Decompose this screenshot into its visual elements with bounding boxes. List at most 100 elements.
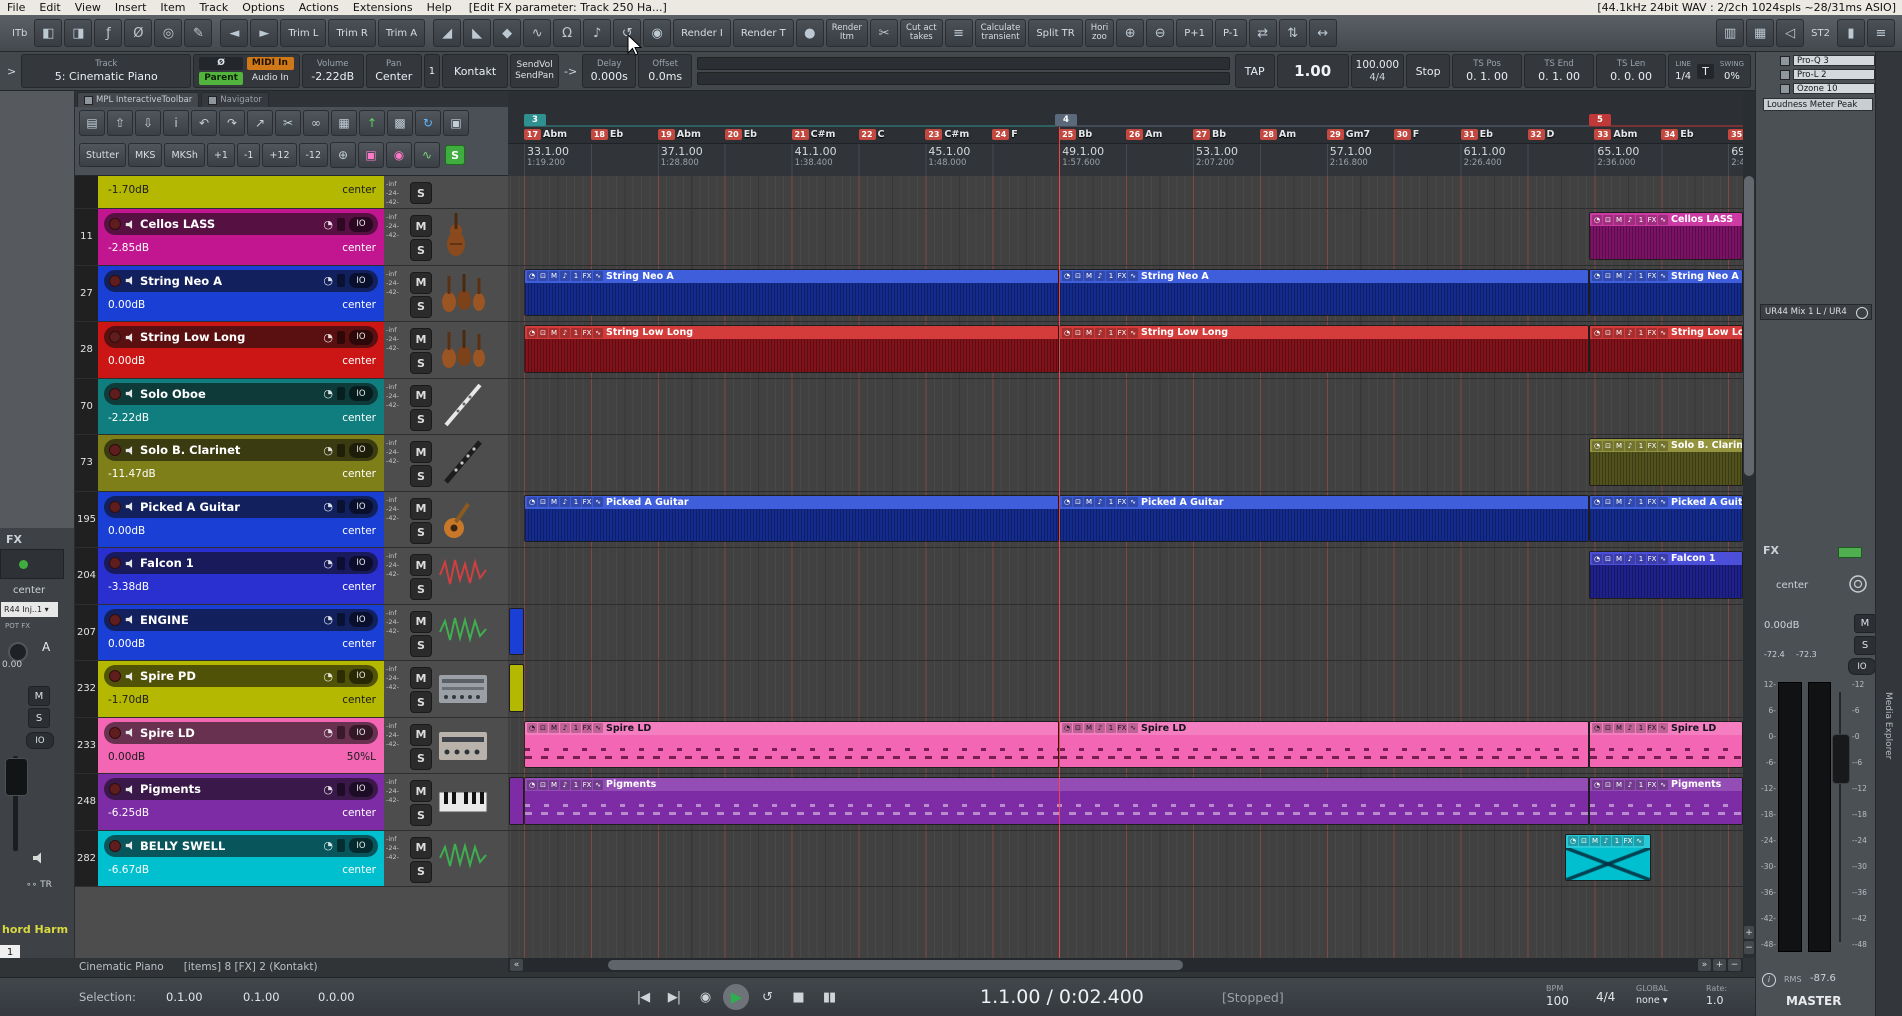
track-pan[interactable]: center: [342, 694, 376, 706]
media-item[interactable]: [509, 608, 524, 656]
track-name-pill[interactable]: Cellos LASS◔IO: [104, 213, 378, 235]
notes-icon[interactable]: ♪: [560, 723, 570, 733]
menu-insert[interactable]: Insert: [108, 0, 154, 15]
track-clock-icon[interactable]: ◔: [323, 500, 333, 513]
track-name-pill[interactable]: Pigments◔IO: [104, 778, 378, 800]
track-env-icon[interactable]: [337, 726, 345, 739]
clock-icon[interactable]: ◔: [1062, 271, 1072, 281]
take-icon[interactable]: 1: [1636, 215, 1646, 225]
record-arm-icon[interactable]: [109, 388, 121, 400]
notes-icon[interactable]: ♪: [1625, 497, 1635, 507]
track-env-icon[interactable]: [337, 670, 345, 683]
media-item-body[interactable]: [525, 283, 1058, 316]
instrument-thumbnail[interactable]: [436, 550, 490, 603]
send-mode-field-top[interactable]: SendVol: [516, 60, 552, 71]
track-io-button[interactable]: IO: [349, 217, 373, 232]
instrument-thumbnail[interactable]: [436, 494, 490, 547]
track-clock-icon[interactable]: ◔: [323, 218, 333, 231]
lock-icon[interactable]: ⊡: [538, 723, 548, 733]
chord-marker-20[interactable]: 20Eb: [725, 128, 757, 141]
transport-position[interactable]: 1.1.00 / 0:02.400: [980, 978, 1144, 1016]
notes-icon[interactable]: ♪: [560, 271, 570, 281]
media-item-header[interactable]: ◔⊡M♪1FX∿Pigments: [525, 778, 1588, 791]
lock-icon[interactable]: ⊡: [1603, 271, 1613, 281]
lock-icon[interactable]: ⊡: [1073, 497, 1083, 507]
track-volume[interactable]: 0.00dB: [108, 751, 145, 763]
track-volume[interactable]: -1.70dB: [108, 184, 149, 196]
media-item-body[interactable]: [1590, 226, 1742, 259]
chord-marker-26[interactable]: 26Am: [1126, 128, 1162, 141]
fx-enabled-icon[interactable]: [19, 560, 28, 569]
mute-icon[interactable]: M: [549, 497, 559, 507]
media-item-body[interactable]: [1566, 848, 1650, 881]
toolbar-button-minus1[interactable]: -1: [237, 143, 260, 167]
fade-out-icon[interactable]: ◣: [463, 19, 491, 47]
track-pan[interactable]: center: [342, 299, 376, 311]
track-pan[interactable]: center: [342, 525, 376, 537]
notes-icon[interactable]: ♪: [1625, 215, 1635, 225]
media-item[interactable]: ◔⊡M♪1FX∿Cellos LASS: [1589, 212, 1743, 260]
clock-icon[interactable]: ◔: [1592, 328, 1602, 338]
track-volume[interactable]: -1.70dB: [108, 694, 149, 706]
media-item-header[interactable]: ◔⊡M♪1FX∿String Low Long: [1590, 326, 1742, 339]
track-clock-icon[interactable]: ◔: [323, 670, 333, 683]
fx-icon[interactable]: FX: [1647, 723, 1657, 733]
track-io-button[interactable]: IO: [349, 556, 373, 571]
chord-marker-29[interactable]: 29Gm7: [1327, 128, 1370, 141]
track-selector[interactable]: Track5: Cinematic Piano: [21, 54, 191, 88]
crossfade-icon[interactable]: ◆: [493, 19, 521, 47]
mute-icon[interactable]: M: [549, 723, 559, 733]
play-button[interactable]: ▶: [723, 984, 749, 1010]
ts-len-field[interactable]: TS Len0. 0. 00: [1596, 54, 1666, 88]
empty-field[interactable]: [697, 57, 1229, 70]
track-solo-button[interactable]: S: [410, 239, 432, 261]
hzoom-out-button[interactable]: −: [1728, 959, 1741, 971]
notes-icon[interactable]: ♪: [1095, 271, 1105, 281]
master-fx-pro-q-3[interactable]: Pro-Q 3: [1793, 55, 1875, 66]
take-icon[interactable]: 1: [1106, 271, 1116, 281]
record-arm-icon[interactable]: [109, 614, 121, 626]
take-icon[interactable]: 1: [1636, 497, 1646, 507]
track-speaker-icon[interactable]: [125, 275, 136, 286]
take-icon[interactable]: 1: [571, 723, 581, 733]
track-number[interactable]: 27: [75, 266, 98, 322]
parent-send-button[interactable]: Parent: [199, 72, 243, 85]
send-mode-field-bottom[interactable]: SendPan: [515, 71, 554, 82]
media-item[interactable]: ◔⊡M♪1FX∿Picked A Guitar: [1059, 495, 1589, 543]
trim-all-button[interactable]: Trim A: [378, 19, 425, 47]
hscroll-left-button[interactable]: «: [510, 959, 523, 971]
clock-icon[interactable]: ◔: [1592, 723, 1602, 733]
global-automation-field[interactable]: GLOBAL none ▾: [1636, 983, 1668, 1008]
notes-icon[interactable]: ♪: [1625, 723, 1635, 733]
track-solo-button[interactable]: S: [410, 861, 432, 883]
media-item-body[interactable]: [510, 778, 523, 824]
tempo-value[interactable]: 100.000: [1356, 59, 1399, 72]
track-name-pill[interactable]: Spire LD◔IO: [104, 722, 378, 744]
media-item-header[interactable]: ◔⊡M♪1FX∿Pigments: [1590, 778, 1742, 791]
fx-icon[interactable]: FX: [582, 780, 592, 790]
track-pan[interactable]: center: [342, 184, 376, 196]
track-number[interactable]: 248: [75, 774, 98, 830]
track-volume[interactable]: -3.38dB: [108, 581, 149, 593]
instrument-thumbnail[interactable]: [436, 663, 490, 716]
glue-icon[interactable]: ∞: [303, 110, 329, 136]
track-solo-button[interactable]: S: [410, 352, 432, 374]
media-item-body[interactable]: [510, 665, 523, 711]
track-block[interactable]: Solo B. Clarinet◔IO-11.47dBcenter: [98, 435, 384, 491]
media-item[interactable]: ◔⊡M♪1FX∿String Low Long: [524, 325, 1059, 373]
media-item[interactable]: ◔⊡M♪1FX∿Spire LD: [1589, 721, 1743, 769]
pitch-up-button[interactable]: P+1: [1176, 19, 1213, 47]
clock-icon[interactable]: ◔: [1592, 441, 1602, 451]
track-name-pill[interactable]: Falcon 1◔IO: [104, 552, 378, 574]
track-number[interactable]: 11: [75, 209, 98, 265]
track-solo-button[interactable]: S: [410, 804, 432, 826]
split-icon[interactable]: ✂: [275, 110, 301, 136]
track-clock-icon[interactable]: ◔: [323, 557, 333, 570]
take-icon[interactable]: 1: [1636, 328, 1646, 338]
media-item-body[interactable]: [510, 609, 523, 655]
instrument-thumbnail[interactable]: [436, 437, 490, 490]
track-speaker-icon[interactable]: [125, 501, 136, 512]
media-item[interactable]: ◔⊡M♪1FX∿Solo B. Clarinet: [1589, 438, 1743, 486]
media-item-header[interactable]: ◔⊡M♪1FX∿Spire LD: [1590, 722, 1742, 735]
track-clock-icon[interactable]: ◔: [323, 783, 333, 796]
